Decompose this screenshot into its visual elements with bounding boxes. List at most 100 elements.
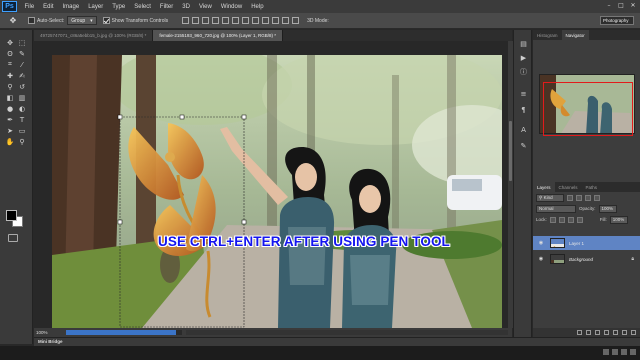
actions-icon[interactable]: ▶ [519, 54, 528, 62]
show-transform-checkbox[interactable] [102, 17, 110, 24]
tab-histogram[interactable]: Histogram [533, 30, 562, 40]
move-tool-icon[interactable]: ✥ [4, 14, 22, 27]
blend-mode-dropdown[interactable]: Normal [536, 204, 576, 213]
history-brush-icon[interactable]: ↺ [17, 82, 27, 91]
layer-row-background[interactable]: ◉ Background 🔒︎ [533, 252, 640, 266]
menu-select[interactable]: Select [130, 4, 156, 10]
history-icon[interactable]: ▤ [519, 40, 528, 48]
menu-3d[interactable]: 3D [178, 4, 195, 10]
eye-icon[interactable]: ◉ [538, 256, 544, 262]
lasso-tool-icon[interactable]: ʘ [5, 49, 15, 58]
lock-paint-icon[interactable] [558, 216, 565, 223]
eyedropper-tool-icon[interactable]: ⁄ [17, 60, 27, 69]
navigator-view-box[interactable] [543, 82, 633, 136]
dodge-tool-icon[interactable]: ◐ [17, 104, 27, 113]
maximize-button[interactable]: □ [616, 1, 626, 10]
distribute-center-icon[interactable] [282, 17, 290, 24]
align-left-icon[interactable] [212, 17, 220, 24]
menu-view[interactable]: View [194, 4, 216, 10]
eraser-tool-icon[interactable]: ◧ [5, 93, 15, 102]
align-top-icon[interactable] [182, 17, 190, 24]
opacity-input[interactable]: 100% [598, 204, 617, 213]
tab-navigator[interactable]: Navigator [561, 30, 589, 40]
marquee-tool-icon[interactable]: ⬚ [17, 38, 27, 47]
lock-transparent-icon[interactable] [549, 216, 556, 223]
menu-image[interactable]: Image [58, 4, 84, 10]
zoom-level[interactable]: 100% [36, 330, 62, 335]
menu-type[interactable]: Type [108, 4, 130, 10]
workspace-switcher[interactable]: Photography [600, 16, 634, 25]
mask-icon[interactable] [595, 330, 600, 335]
distribute-left-icon[interactable] [272, 17, 280, 24]
healing-brush-icon[interactable]: ✚ [5, 71, 15, 80]
distribute-bottom-icon[interactable] [262, 17, 270, 24]
brush-presets-icon[interactable]: ✎ [519, 142, 528, 150]
eye-icon[interactable]: ◉ [538, 240, 544, 246]
minimize-button[interactable]: – [604, 1, 614, 10]
menu-filter[interactable]: Filter [155, 4, 177, 10]
crop-tool-icon[interactable]: ⌗ [5, 60, 15, 69]
character-icon[interactable]: A [519, 126, 528, 134]
distribute-top-icon[interactable] [242, 17, 250, 24]
tray-icon[interactable] [621, 349, 627, 355]
gradient-tool-icon[interactable]: ▥ [17, 93, 27, 102]
shape-tool-icon[interactable]: ▭ [17, 126, 27, 135]
filter-shape-icon[interactable] [594, 194, 600, 201]
document-image[interactable] [52, 55, 502, 328]
pen-tool-icon[interactable]: ✒ [5, 115, 15, 124]
distribute-middle-icon[interactable] [252, 17, 260, 24]
tab-paths[interactable]: Paths [582, 182, 602, 192]
info-icon[interactable]: ⓘ [519, 68, 528, 76]
menu-edit[interactable]: Edit [39, 4, 58, 10]
tab-layers[interactable]: Layers [533, 182, 555, 192]
tab-document-2[interactable]: female-2155193_960_720.jpg @ 100% (Layer… [153, 30, 284, 41]
lock-all-icon[interactable] [576, 216, 583, 223]
layer-row-layer-1[interactable]: ◉ Layer 1 [533, 236, 640, 250]
move-tool-icon[interactable]: ✥ [5, 38, 15, 47]
lock-move-icon[interactable] [567, 216, 574, 223]
filter-type-icon[interactable] [585, 194, 591, 201]
auto-select-dropdown[interactable]: Group ▾ [67, 16, 97, 25]
path-select-icon[interactable]: ➤ [5, 126, 15, 135]
menu-file[interactable]: File [20, 4, 39, 10]
layer-kind-filter[interactable]: ⚲ Kind [536, 193, 564, 202]
trash-icon[interactable] [631, 330, 636, 335]
tray-icon[interactable] [603, 349, 609, 355]
new-layer-icon[interactable] [622, 330, 627, 335]
adjustment-icon[interactable] [604, 330, 609, 335]
blur-tool-icon[interactable]: ● [5, 104, 15, 113]
hand-tool-icon[interactable]: ✋ [5, 137, 15, 146]
tray-icon[interactable] [630, 349, 636, 355]
zoom-tool-icon[interactable]: ⚲ [17, 137, 27, 146]
canvas-area[interactable]: USE CTRL+ENTER AFTER USING PEN TOOL [34, 41, 512, 328]
type-tool-icon[interactable]: T [17, 115, 27, 124]
tab-document-1[interactable]: 49725747071_c86a5ebb15_b.jpg @ 100% (RGB… [34, 30, 154, 41]
foreground-color-swatch[interactable] [6, 210, 17, 221]
quick-select-tool-icon[interactable]: ✎ [17, 49, 27, 58]
align-middle-icon[interactable] [192, 17, 200, 24]
filter-adjust-icon[interactable] [576, 194, 582, 201]
tab-channels[interactable]: Channels [555, 182, 582, 192]
quick-mask-icon[interactable] [8, 234, 18, 242]
clone-stamp-icon[interactable]: ⚲ [5, 82, 15, 91]
distribute-right-icon[interactable] [292, 17, 300, 24]
mini-bridge-tab[interactable]: Mini Bridge [38, 339, 63, 344]
link-layers-icon[interactable] [577, 330, 582, 335]
properties-icon[interactable]: ≡ [519, 90, 528, 98]
menu-help[interactable]: Help [247, 4, 268, 10]
menu-layer[interactable]: Layer [84, 4, 108, 10]
align-center-icon[interactable] [222, 17, 230, 24]
filter-pixel-icon[interactable] [567, 194, 573, 201]
folder-icon[interactable] [613, 330, 618, 335]
align-right-icon[interactable] [232, 17, 240, 24]
fx-icon[interactable] [586, 330, 591, 335]
horizontal-scrollbar[interactable] [186, 330, 508, 335]
auto-select-checkbox[interactable] [28, 17, 35, 24]
close-button[interactable]: ✕ [628, 1, 638, 10]
tray-icon[interactable] [612, 349, 618, 355]
menu-window[interactable]: Window [216, 4, 246, 10]
scroll-thumb[interactable] [509, 121, 512, 181]
paragraph-icon[interactable]: ¶ [519, 106, 528, 114]
align-bottom-icon[interactable] [202, 17, 210, 24]
fill-input[interactable]: 100% [609, 215, 628, 224]
